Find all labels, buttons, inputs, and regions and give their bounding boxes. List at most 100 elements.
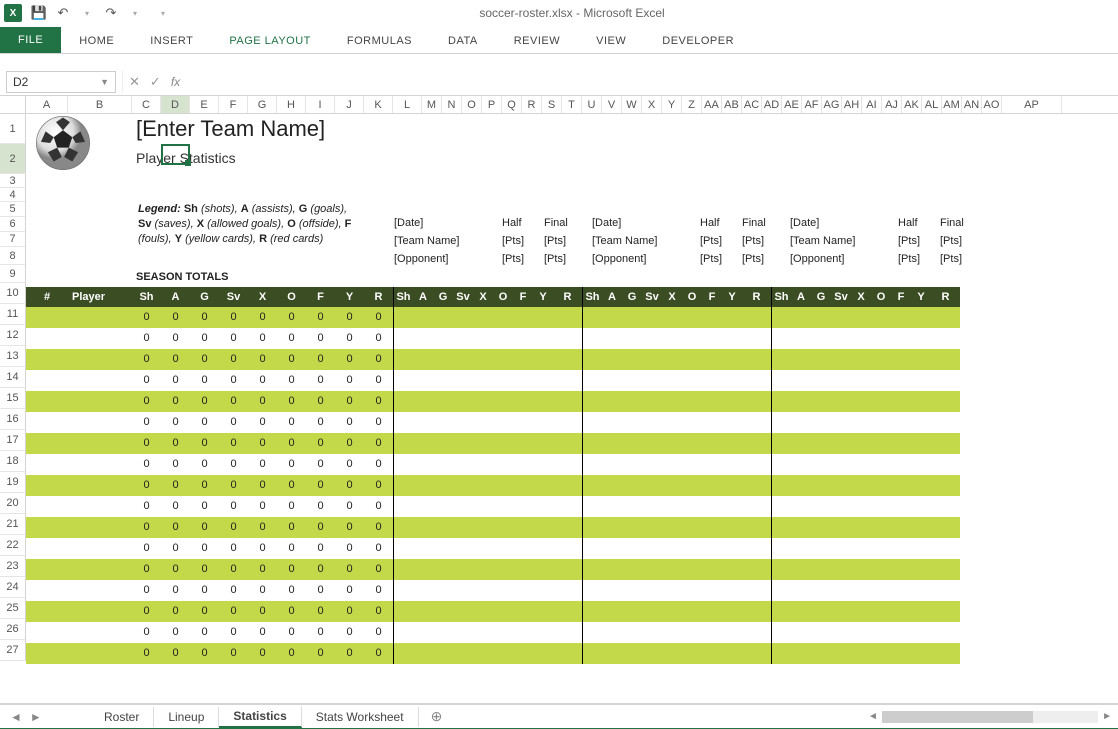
- col-header-AE[interactable]: AE: [782, 96, 802, 113]
- col-header-AF[interactable]: AF: [802, 96, 822, 113]
- table-row[interactable]: 000000000: [26, 643, 960, 664]
- table-row[interactable]: 000000000: [26, 496, 960, 517]
- row-header-11[interactable]: 11: [0, 304, 26, 325]
- add-sheet-button[interactable]: ⊕: [419, 708, 455, 725]
- name-box-dropdown-icon[interactable]: ▼: [100, 77, 109, 87]
- qat-customize-icon[interactable]: ▾: [156, 6, 170, 20]
- col-header-U[interactable]: U: [582, 96, 602, 113]
- row-header-7[interactable]: 7: [0, 232, 26, 247]
- col-header-S[interactable]: S: [542, 96, 562, 113]
- fx-icon[interactable]: fx: [171, 75, 180, 89]
- tab-review[interactable]: REVIEW: [496, 29, 578, 53]
- table-row[interactable]: 000000000: [26, 517, 960, 538]
- sheet-tab-stats-worksheet[interactable]: Stats Worksheet: [302, 707, 419, 727]
- row-header-27[interactable]: 27: [0, 640, 26, 661]
- col-header-A[interactable]: A: [26, 96, 68, 113]
- row-header-12[interactable]: 12: [0, 325, 26, 346]
- table-row[interactable]: 000000000: [26, 307, 960, 328]
- undo-icon[interactable]: ↶: [56, 6, 70, 20]
- col-header-R[interactable]: R: [522, 96, 542, 113]
- table-row[interactable]: 000000000: [26, 328, 960, 349]
- tab-view[interactable]: VIEW: [578, 29, 644, 53]
- table-row[interactable]: 000000000: [26, 622, 960, 643]
- col-header-AO[interactable]: AO: [982, 96, 1002, 113]
- row-header-24[interactable]: 24: [0, 577, 26, 598]
- match-header-1[interactable]: [Date]HalfFinal[Team Name][Pts][Pts][Opp…: [592, 214, 784, 268]
- row-header-15[interactable]: 15: [0, 388, 26, 409]
- col-header-I[interactable]: I: [306, 96, 335, 113]
- sheet-prev-icon[interactable]: ◄: [10, 710, 22, 724]
- sheet-nav-arrows[interactable]: ◄ ►: [0, 710, 90, 724]
- table-row[interactable]: 000000000: [26, 412, 960, 433]
- row-header-3[interactable]: 3: [0, 174, 26, 188]
- page-subtitle[interactable]: Player Statistics: [136, 150, 236, 166]
- match-header-0[interactable]: [Date]HalfFinal[Team Name][Pts][Pts][Opp…: [394, 214, 586, 268]
- undo-dropdown-icon[interactable]: ▾: [80, 6, 94, 20]
- row-header-5[interactable]: 5: [0, 202, 26, 217]
- col-header-AI[interactable]: AI: [862, 96, 882, 113]
- team-title[interactable]: [Enter Team Name]: [136, 116, 325, 142]
- table-row[interactable]: 000000000: [26, 370, 960, 391]
- tab-formulas[interactable]: FORMULAS: [329, 29, 430, 53]
- formula-input[interactable]: [192, 71, 1112, 93]
- col-header-H[interactable]: H: [277, 96, 306, 113]
- tab-insert[interactable]: INSERT: [132, 29, 211, 53]
- enter-icon[interactable]: ✓: [150, 74, 161, 90]
- table-row[interactable]: 000000000: [26, 538, 960, 559]
- tab-page-layout[interactable]: PAGE LAYOUT: [211, 29, 329, 53]
- tab-home[interactable]: HOME: [61, 29, 132, 53]
- sheet-tab-roster[interactable]: Roster: [90, 707, 154, 727]
- col-header-Z[interactable]: Z: [682, 96, 702, 113]
- row-header-18[interactable]: 18: [0, 451, 26, 472]
- row-header-20[interactable]: 20: [0, 493, 26, 514]
- col-header-Q[interactable]: Q: [502, 96, 522, 113]
- scroll-left-icon[interactable]: ◄: [868, 711, 878, 722]
- redo-dropdown-icon[interactable]: ▾: [128, 6, 142, 20]
- row-header-19[interactable]: 19: [0, 472, 26, 493]
- select-all-corner[interactable]: [0, 96, 26, 113]
- row-header-22[interactable]: 22: [0, 535, 26, 556]
- table-row[interactable]: 000000000: [26, 559, 960, 580]
- row-header-17[interactable]: 17: [0, 430, 26, 451]
- table-row[interactable]: 000000000: [26, 580, 960, 601]
- table-row[interactable]: 000000000: [26, 454, 960, 475]
- row-header-10[interactable]: 10: [0, 283, 26, 304]
- table-row[interactable]: 000000000: [26, 433, 960, 454]
- name-box[interactable]: D2 ▼: [6, 71, 116, 93]
- col-header-J[interactable]: J: [335, 96, 364, 113]
- col-header-AG[interactable]: AG: [822, 96, 842, 113]
- col-header-V[interactable]: V: [602, 96, 622, 113]
- col-header-L[interactable]: L: [393, 96, 422, 113]
- col-header-AA[interactable]: AA: [702, 96, 722, 113]
- row-header-14[interactable]: 14: [0, 367, 26, 388]
- col-header-M[interactable]: M: [422, 96, 442, 113]
- col-header-T[interactable]: T: [562, 96, 582, 113]
- col-header-D[interactable]: D: [161, 96, 190, 113]
- col-header-C[interactable]: C: [132, 96, 161, 113]
- row-header-6[interactable]: 6: [0, 217, 26, 232]
- col-header-AC[interactable]: AC: [742, 96, 762, 113]
- horizontal-scrollbar[interactable]: ◄ ►: [868, 711, 1118, 723]
- cells-area[interactable]: [Enter Team Name] Player Statistics Lege…: [26, 114, 1118, 704]
- col-header-B[interactable]: B: [68, 96, 132, 113]
- redo-icon[interactable]: ↷: [104, 6, 118, 20]
- col-header-X[interactable]: X: [642, 96, 662, 113]
- scroll-right-icon[interactable]: ►: [1102, 711, 1112, 722]
- col-header-AK[interactable]: AK: [902, 96, 922, 113]
- col-header-AD[interactable]: AD: [762, 96, 782, 113]
- sheet-tab-statistics[interactable]: Statistics: [219, 706, 301, 728]
- table-row[interactable]: 000000000: [26, 349, 960, 370]
- column-headers[interactable]: ABCDEFGHIJKLMNOPQRSTUVWXYZAAABACADAEAFAG…: [0, 96, 1118, 114]
- col-header-AM[interactable]: AM: [942, 96, 962, 113]
- col-header-E[interactable]: E: [190, 96, 219, 113]
- row-header-9[interactable]: 9: [0, 265, 26, 283]
- tab-developer[interactable]: DEVELOPER: [644, 29, 752, 53]
- row-header-21[interactable]: 21: [0, 514, 26, 535]
- row-header-13[interactable]: 13: [0, 346, 26, 367]
- col-header-F[interactable]: F: [219, 96, 248, 113]
- row-header-2[interactable]: 2: [0, 144, 26, 174]
- tab-file[interactable]: FILE: [0, 27, 61, 53]
- col-header-AB[interactable]: AB: [722, 96, 742, 113]
- table-row[interactable]: 000000000: [26, 601, 960, 622]
- sheet-next-icon[interactable]: ►: [30, 710, 42, 724]
